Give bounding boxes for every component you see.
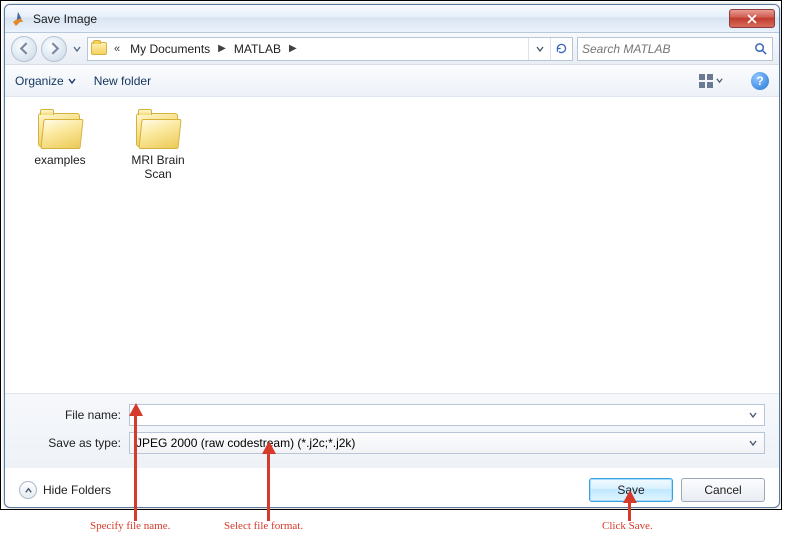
window-title: Save Image bbox=[33, 12, 97, 26]
save-image-dialog: Save Image « My Documents ▶ MATLAB bbox=[4, 4, 780, 508]
forward-button[interactable] bbox=[41, 36, 67, 62]
filename-dropdown[interactable] bbox=[746, 411, 760, 419]
chevron-down-icon bbox=[749, 411, 757, 419]
hide-folders-button[interactable]: Hide Folders bbox=[19, 481, 111, 499]
search-icon bbox=[752, 41, 768, 57]
filename-field[interactable] bbox=[129, 404, 765, 426]
filetype-value: JPEG 2000 (raw codestream) (*.j2c;*.j2k) bbox=[134, 436, 746, 450]
matlab-icon bbox=[11, 11, 27, 27]
filetype-dropdown[interactable] bbox=[746, 439, 760, 447]
filetype-field[interactable]: JPEG 2000 (raw codestream) (*.j2c;*.j2k) bbox=[129, 432, 765, 454]
filename-input[interactable] bbox=[134, 408, 746, 422]
folder-label: examples bbox=[34, 153, 85, 167]
hide-folders-label: Hide Folders bbox=[43, 483, 111, 497]
save-form: File name: Save as type: JPEG 2000 (raw … bbox=[5, 393, 779, 468]
breadcrumb-my-documents[interactable]: My Documents bbox=[124, 38, 216, 60]
chevron-down-icon bbox=[73, 45, 81, 53]
chevron-down-icon bbox=[749, 439, 757, 447]
help-icon: ? bbox=[756, 74, 763, 88]
chevron-up-icon bbox=[24, 486, 33, 495]
chevron-down-icon bbox=[536, 45, 544, 53]
help-button[interactable]: ? bbox=[751, 72, 769, 90]
breadcrumb-matlab[interactable]: MATLAB bbox=[228, 38, 287, 60]
cancel-button[interactable]: Cancel bbox=[681, 478, 765, 502]
nav-history-dropdown[interactable] bbox=[71, 45, 83, 53]
address-dropdown[interactable] bbox=[528, 38, 550, 60]
chevron-right-icon: ▶ bbox=[287, 43, 299, 54]
folder-icon bbox=[36, 109, 84, 149]
annotation-label-save: Click Save. bbox=[602, 520, 653, 532]
chevron-right-icon: ▶ bbox=[216, 43, 228, 54]
annotation-label-filename: Specify file name. bbox=[90, 520, 170, 532]
search-input[interactable] bbox=[582, 42, 752, 56]
view-options-button[interactable] bbox=[695, 71, 727, 91]
titlebar: Save Image bbox=[5, 5, 779, 33]
close-button[interactable] bbox=[729, 9, 775, 28]
annotation-label-filetype: Select file format. bbox=[224, 520, 303, 532]
crumb-prefix: « bbox=[110, 43, 124, 55]
arrow-left-icon bbox=[18, 42, 31, 55]
filename-label: File name: bbox=[19, 408, 129, 422]
folder-examples[interactable]: examples bbox=[23, 109, 97, 167]
toolbar: Organize New folder ? bbox=[5, 65, 779, 97]
close-icon bbox=[747, 14, 757, 24]
folder-icon bbox=[134, 109, 182, 149]
folder-label: MRI Brain Scan bbox=[121, 153, 195, 182]
filetype-label: Save as type: bbox=[19, 436, 129, 450]
chevron-down-icon bbox=[68, 77, 76, 85]
refresh-button[interactable] bbox=[550, 38, 572, 60]
file-list[interactable]: examples MRI Brain Scan bbox=[5, 97, 779, 393]
nav-bar: « My Documents ▶ MATLAB ▶ bbox=[5, 33, 779, 65]
arrow-right-icon bbox=[48, 42, 61, 55]
organize-menu[interactable]: Organize bbox=[15, 74, 76, 88]
folder-mri-brain-scan[interactable]: MRI Brain Scan bbox=[121, 109, 195, 182]
new-folder-button[interactable]: New folder bbox=[94, 74, 151, 88]
address-bar[interactable]: « My Documents ▶ MATLAB ▶ bbox=[87, 37, 573, 61]
back-button[interactable] bbox=[11, 36, 37, 62]
chevron-down-icon bbox=[716, 77, 723, 84]
folder-icon bbox=[88, 38, 110, 60]
grid-icon bbox=[699, 74, 713, 88]
search-box[interactable] bbox=[577, 37, 773, 61]
refresh-icon bbox=[555, 42, 568, 55]
action-bar: Hide Folders Save Cancel bbox=[5, 468, 779, 508]
organize-label: Organize bbox=[15, 74, 64, 88]
